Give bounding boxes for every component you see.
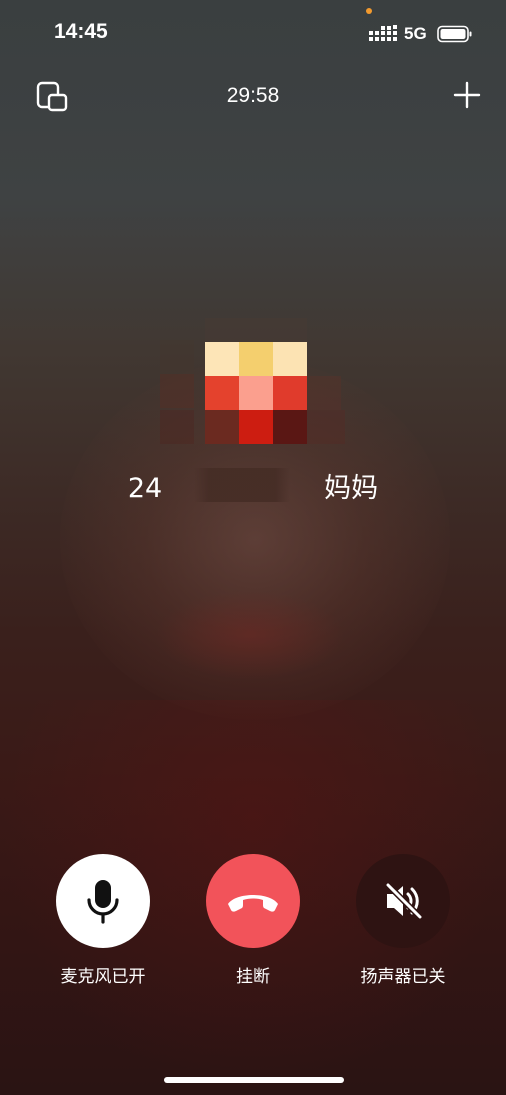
microphone-icon [87,880,119,924]
voice-call-screen: 14:45 5G 29:58 24 妈妈 麦克风已开 挂断 扬声器已关 [0,0,506,1095]
battery-icon [437,25,472,43]
network-type: 5G [404,24,427,43]
speaker-label: 扬声器已关 [360,967,446,987]
status-bar: 14:45 5G [0,0,506,66]
name-redaction [194,468,290,502]
phone-hangup-icon [228,895,278,912]
speaker-muted-icon [385,882,423,920]
microphone-label: 麦克风已开 [60,967,146,987]
microphone-button[interactable] [56,854,150,948]
plus-icon[interactable] [452,80,482,110]
status-time: 14:45 [54,20,108,43]
hangup-button[interactable] [206,854,300,948]
home-indicator[interactable] [164,1077,344,1083]
camera-in-use-dot [366,8,372,14]
signal-icon [369,25,397,41]
call-duration: 29:58 [226,84,280,107]
contact-avatar [160,318,345,448]
speaker-button[interactable] [356,854,450,948]
hangup-label: 挂断 [236,967,270,987]
background-blur-detail [155,590,345,680]
